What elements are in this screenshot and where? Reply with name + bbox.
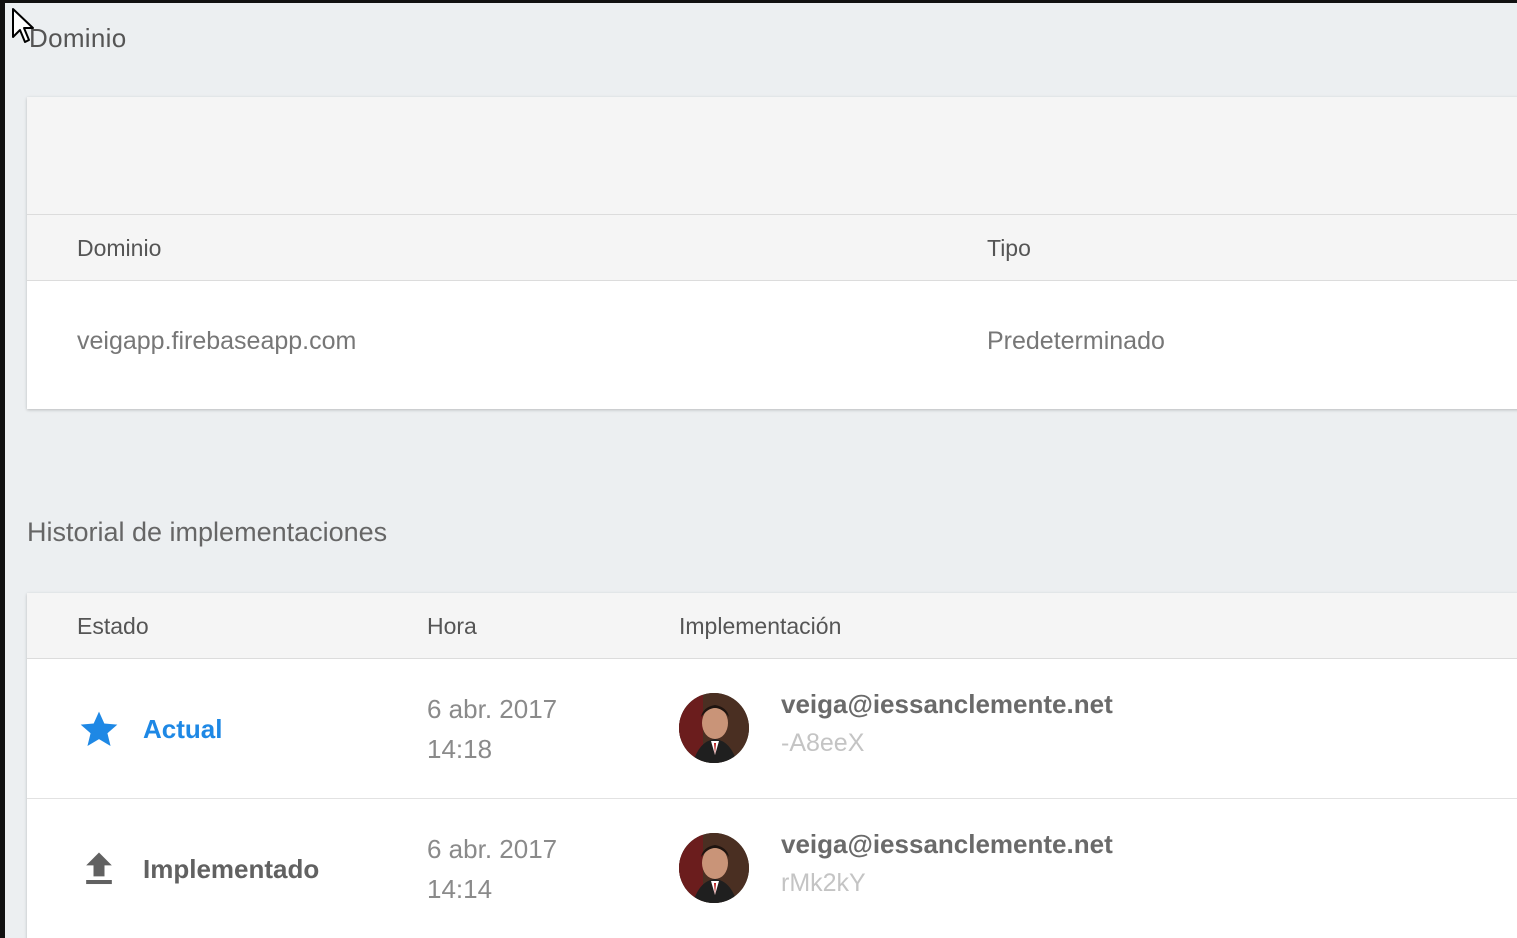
upload-icon (86, 852, 112, 885)
deploy-user: veiga@iessanclemente.net (781, 689, 1113, 719)
deploy-clock: 14:14 (427, 874, 493, 904)
history-card: Estado Hora Implementación Actual 6 abr.… (27, 593, 1517, 938)
table-row[interactable]: Actual 6 abr. 2017 14:18 veiga@iessancle… (27, 659, 1517, 799)
card-toolbar (27, 97, 1517, 215)
domain-value[interactable]: veigapp.firebaseapp.com (77, 327, 356, 356)
deploy-date: 6 abr. 2017 (427, 834, 558, 864)
deploy-version-id: -A8eeX (781, 729, 865, 757)
column-header-type: Tipo (987, 235, 1031, 261)
column-header-time: Hora (427, 613, 477, 639)
domain-type-value: Predeterminado (987, 327, 1165, 355)
status-label: Actual (143, 713, 223, 744)
column-header-deployment: Implementación (679, 613, 842, 639)
avatar (679, 833, 749, 903)
history-table-header: Estado Hora Implementación (27, 593, 1517, 659)
table-row[interactable]: veigapp.firebaseapp.com Predeterminado (27, 281, 1517, 408)
section-title-history: Historial de implementaciones (27, 517, 388, 547)
avatar (679, 693, 749, 763)
column-header-status: Estado (77, 613, 149, 639)
status-deployed: Implementado (77, 847, 319, 891)
deploy-version-id: rMk2kY (781, 869, 866, 897)
status-label: Implementado (143, 853, 320, 884)
deploy-time: 6 abr. 2017 14:18 (427, 689, 557, 769)
domain-table-header: Dominio Tipo (27, 215, 1517, 281)
status-current: Actual (77, 707, 222, 751)
section-title-domain: Dominio (29, 23, 127, 53)
star-icon (80, 711, 118, 747)
deploy-clock: 14:18 (427, 734, 493, 764)
table-row[interactable]: Implementado 6 abr. 2017 14:14 veiga@ies… (27, 799, 1517, 938)
domain-card: Dominio Tipo veigapp.firebaseapp.com Pre… (27, 97, 1517, 409)
column-header-domain: Dominio (77, 235, 162, 261)
deploy-user: veiga@iessanclemente.net (781, 829, 1113, 859)
page: Dominio Dominio Tipo veigapp.firebaseapp… (0, 0, 1517, 938)
deploy-date: 6 abr. 2017 (427, 694, 558, 724)
deploy-time: 6 abr. 2017 14:14 (427, 829, 557, 909)
